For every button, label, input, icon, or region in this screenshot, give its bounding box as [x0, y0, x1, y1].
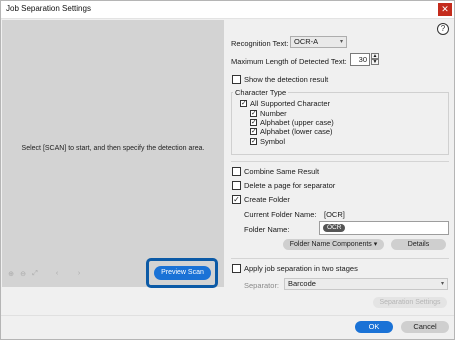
max-length-input[interactable]: 30: [350, 53, 370, 66]
recognition-text-value: OCR-A: [294, 37, 319, 46]
number-label: Number: [260, 109, 287, 118]
all-supported-character-label: All Supported Character: [250, 99, 331, 108]
preview-toolbar: ⊕ ⊖ ⤢ ‹ ›: [7, 270, 83, 280]
separator-select[interactable]: Barcode ▾: [284, 278, 448, 290]
footer-divider: [1, 315, 454, 316]
help-icon[interactable]: ?: [437, 23, 449, 35]
window-title: Job Separation Settings: [6, 4, 91, 13]
cancel-button[interactable]: Cancel: [401, 321, 449, 333]
folder-name-label: Folder Name:: [244, 225, 290, 234]
chevron-down-icon: ▾: [339, 39, 343, 45]
recognition-text-select[interactable]: OCR-A ▾: [290, 36, 347, 48]
create-folder-label: Create Folder: [244, 195, 290, 204]
spin-down-icon[interactable]: ▼: [371, 59, 379, 65]
preview-scan-highlight: Preview Scan: [146, 258, 218, 288]
create-folder-checkbox[interactable]: [232, 195, 241, 204]
fit-icon[interactable]: ⤢: [31, 270, 39, 280]
preview-scan-button[interactable]: Preview Scan: [154, 266, 211, 280]
combine-same-result-checkbox[interactable]: [232, 167, 241, 176]
number-checkbox[interactable]: [250, 110, 257, 117]
symbol-label: Symbol: [260, 137, 286, 146]
combine-same-result-label: Combine Same Result: [244, 167, 320, 176]
chevron-down-icon: ▾: [440, 281, 444, 287]
apply-two-stages-label: Apply job separation in two stages: [244, 264, 358, 273]
uppercase-label: Alphabet (upper case): [260, 118, 334, 127]
ok-button[interactable]: OK: [355, 321, 393, 333]
separation-settings-button[interactable]: Separation Settings: [373, 297, 447, 308]
job-separation-settings-dialog: Job Separation Settings ✕ ? Select [SCAN…: [0, 0, 455, 340]
all-supported-character-checkbox[interactable]: [240, 100, 247, 107]
recognition-text-label: Recognition Text:: [231, 39, 289, 48]
folder-name-components-button[interactable]: Folder Name Components ▾: [283, 239, 384, 250]
folder-name-field[interactable]: OCR: [319, 221, 449, 235]
lowercase-checkbox[interactable]: [250, 128, 257, 135]
zoom-in-icon[interactable]: ⊕: [7, 270, 15, 280]
max-length-spinner[interactable]: ▲ ▼: [371, 53, 379, 66]
details-button[interactable]: Details: [391, 239, 446, 250]
character-type-legend: Character Type: [233, 88, 289, 97]
current-folder-name-label: Current Folder Name:: [244, 210, 317, 219]
folder-name-chip[interactable]: OCR: [323, 224, 346, 232]
delete-page-checkbox[interactable]: [232, 181, 241, 190]
uppercase-checkbox[interactable]: [250, 119, 257, 126]
next-page-icon[interactable]: ›: [75, 270, 83, 280]
title-bar: Job Separation Settings ✕: [1, 1, 454, 19]
close-icon[interactable]: ✕: [438, 3, 452, 16]
show-detection-result-checkbox[interactable]: [232, 75, 241, 84]
current-folder-name-value: [OCR]: [324, 210, 345, 219]
separator-value: Barcode: [288, 279, 316, 288]
previous-page-icon[interactable]: ‹: [53, 270, 61, 280]
apply-two-stages-checkbox[interactable]: [232, 264, 241, 273]
delete-page-label: Delete a page for separator: [244, 181, 336, 190]
zoom-out-icon[interactable]: ⊖: [19, 270, 27, 280]
preview-instruction: Select [SCAN] to start, and then specify…: [21, 145, 205, 152]
preview-area[interactable]: Select [SCAN] to start, and then specify…: [2, 20, 224, 287]
max-length-label: Maximum Length of Detected Text:: [231, 57, 347, 66]
divider: [231, 258, 449, 259]
separator-label: Separator:: [244, 281, 280, 290]
show-detection-result-label: Show the detection result: [244, 75, 329, 84]
divider: [231, 161, 449, 162]
lowercase-label: Alphabet (lower case): [260, 127, 333, 136]
symbol-checkbox[interactable]: [250, 138, 257, 145]
